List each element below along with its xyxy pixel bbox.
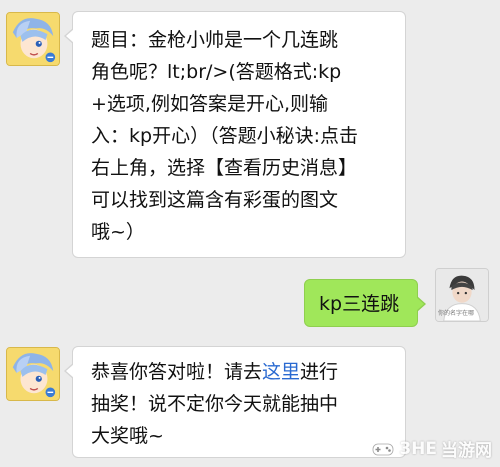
game-controller-icon <box>372 443 394 455</box>
lottery-link[interactable]: 这里 <box>262 361 300 383</box>
message-line: 入：kp开心）（答题小秘诀:点击 <box>91 125 358 147</box>
watermark: 3HE 当游网 <box>371 436 492 461</box>
message-bubble-question[interactable]: 题目：金枪小帅是一个几连跳 角色呢？lt;br/>(答题格式:kp +选项,例如… <box>64 11 406 258</box>
message-bubble-reply[interactable]: 恭喜你答对啦！请去这里进行 抽奖！说不定你今天就能抽中 大奖哦~ <box>64 346 406 458</box>
message-line: 抽奖！说不定你今天就能抽中 <box>91 393 339 415</box>
bot-avatar-icon <box>7 348 59 400</box>
watermark-brand: 3HE <box>399 438 437 459</box>
reply-text: 恭喜你答对啦！请去 <box>91 361 263 383</box>
user-avatar[interactable]: 你的名字在哪 <box>435 268 489 322</box>
avatar-caption: 你的名字在哪 <box>438 310 475 317</box>
message-line: 恭喜你答对啦！请去这里进行 <box>91 356 405 388</box>
message-line: 大奖哦~ <box>91 425 164 447</box>
bot-avatar[interactable] <box>6 12 60 66</box>
message-line: 可以找到这篇含有彩蛋的图文 <box>91 189 339 211</box>
message-line: 题目：金枪小帅是一个几连跳 <box>91 29 339 51</box>
message-line: kp三连跳 <box>319 293 400 315</box>
reply-text: 进行 <box>300 361 339 383</box>
message-bubble-answer[interactable]: kp三连跳 <box>304 279 426 327</box>
watermark-site: 当游网 <box>441 441 492 461</box>
message-line: 右上角，选择【查看历史消息】 <box>91 157 358 179</box>
message-line: +选项,例如答案是开心,则输 <box>91 93 328 115</box>
bot-avatar[interactable] <box>6 347 60 401</box>
message-line: 哦~） <box>91 221 145 243</box>
bot-avatar-icon <box>7 13 59 65</box>
message-line: 角色呢？lt;br/>(答题格式:kp <box>91 61 342 83</box>
